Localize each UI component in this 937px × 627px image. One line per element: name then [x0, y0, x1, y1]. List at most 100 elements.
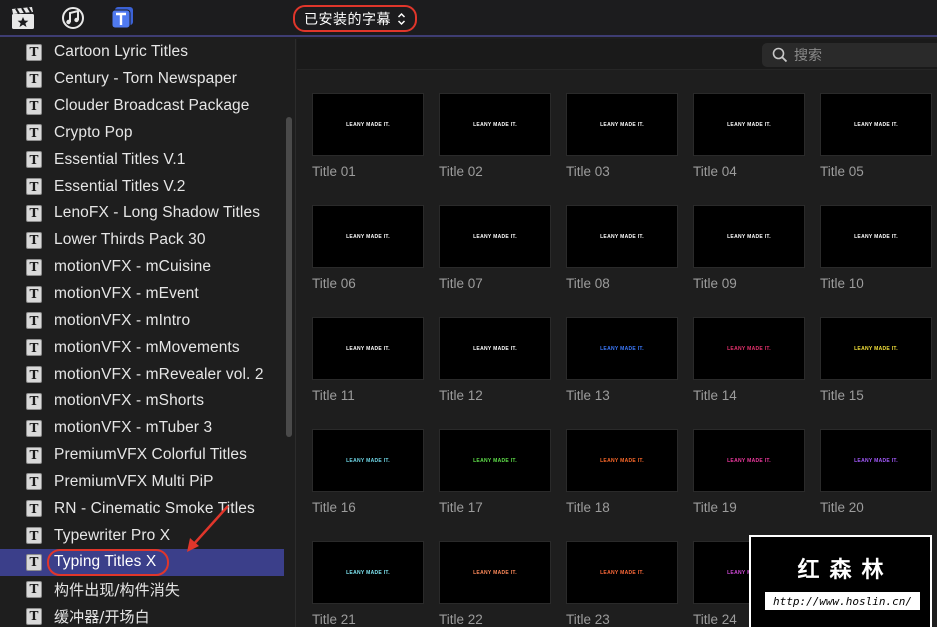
sidebar-item[interactable]: TmotionVFX - mEvent — [0, 281, 284, 308]
title-tile[interactable]: LEANY MADE IT. Title 22 — [439, 541, 551, 627]
title-tile-label: Title 13 — [566, 388, 610, 403]
sidebar-item[interactable]: TmotionVFX - mTuber 3 — [0, 415, 284, 442]
title-tile[interactable]: LEANY MADE IT. Title 03 — [566, 93, 678, 179]
title-tile[interactable]: LEANY MADE IT. Title 19 — [693, 429, 805, 515]
sidebar-item-label: motionVFX - mMovements — [54, 338, 240, 356]
title-tile-label: Title 07 — [439, 276, 483, 291]
thumbnail-text: LEANY MADE IT. — [727, 457, 771, 464]
title-tile[interactable]: LEANY MADE IT. Title 14 — [693, 317, 805, 403]
sidebar-item[interactable]: T 缓冲器/开场白 — [0, 603, 284, 627]
title-tile-label: Title 12 — [439, 388, 483, 403]
title-tile[interactable]: LEANY MADE IT. Title 13 — [566, 317, 678, 403]
sidebar-item[interactable]: TmotionVFX - mCuisine — [0, 254, 284, 281]
title-thumbnail[interactable]: LEANY MADE IT. — [693, 205, 805, 268]
watermark: 红森林 http://www.hoslin.cn/ — [749, 535, 932, 627]
title-tile[interactable]: LEANY MADE IT. Title 23 — [566, 541, 678, 627]
sidebar-item[interactable]: T Essential Titles V.1 — [0, 146, 284, 173]
sidebar-item[interactable]: TmotionVFX - mIntro — [0, 307, 284, 334]
title-tile[interactable]: LEANY MADE IT. Title 12 — [439, 317, 551, 403]
title-tile-label: Title 04 — [693, 164, 737, 179]
title-tile-label: Title 09 — [693, 276, 737, 291]
title-thumbnail[interactable]: LEANY MADE IT. — [312, 205, 424, 268]
clapper-star-icon[interactable] — [10, 6, 36, 30]
title-thumbnail[interactable]: LEANY MADE IT. — [312, 541, 424, 604]
title-tile-label: Title 03 — [566, 164, 610, 179]
sidebar-item-label: motionVFX - mEvent — [54, 285, 199, 303]
title-tile-label: Title 18 — [566, 500, 610, 515]
search-input[interactable]: 搜索 — [794, 45, 822, 65]
title-tile[interactable]: LEANY MADE IT. Title 01 — [312, 93, 424, 179]
title-thumbnail[interactable]: LEANY MADE IT. — [439, 93, 551, 156]
title-thumbnail[interactable]: LEANY MADE IT. — [820, 429, 932, 492]
title-thumbnail[interactable]: LEANY MADE IT. — [820, 93, 932, 156]
title-thumbnail[interactable]: LEANY MADE IT. — [566, 429, 678, 492]
sidebar: T Cartoon Lyric Titles T Century - Torn New… — [0, 39, 296, 627]
sidebar-item[interactable]: T RN - Cinematic Smoke Titles — [0, 495, 284, 522]
title-thumbnail[interactable]: LEANY MADE IT. — [693, 429, 805, 492]
title-tile-label: Title 15 — [820, 388, 864, 403]
toolbar: 已安装的字幕 — [0, 0, 937, 37]
title-tile[interactable]: LEANY MADE IT. Title 05 — [820, 93, 932, 179]
title-tile[interactable]: LEANY MADE IT. Title 21 — [312, 541, 424, 627]
sidebar-item[interactable]: T Century - Torn Newspaper — [0, 66, 284, 93]
title-tile[interactable]: LEANY MADE IT. Title 16 — [312, 429, 424, 515]
sidebar-item[interactable]: T LenoFX - Long Shadow Titles — [0, 200, 284, 227]
title-thumbnail[interactable]: LEANY MADE IT. — [693, 93, 805, 156]
title-thumbnail[interactable]: LEANY MADE IT. — [312, 317, 424, 380]
sidebar-item[interactable]: T PremiumVFX Multi PiP — [0, 469, 284, 496]
title-thumbnail[interactable]: LEANY MADE IT. — [312, 93, 424, 156]
titles-icon[interactable] — [110, 6, 136, 30]
title-tile[interactable]: LEANY MADE IT. Title 08 — [566, 205, 678, 291]
title-tile[interactable]: LEANY MADE IT. Title 20 — [820, 429, 932, 515]
sidebar-item[interactable]: T 构件出现/构件消失 — [0, 576, 284, 603]
sidebar-item[interactable]: T PremiumVFX Colorful Titles — [0, 442, 284, 469]
sidebar-item[interactable]: T Typewriter Pro X — [0, 522, 284, 549]
sidebar-scrollbar[interactable] — [286, 117, 292, 437]
sidebar-item-label: Clouder Broadcast Package — [54, 97, 250, 115]
title-tile[interactable]: LEANY MADE IT. Title 07 — [439, 205, 551, 291]
title-thumbnail[interactable]: LEANY MADE IT. — [566, 541, 678, 604]
title-tile-label: Title 14 — [693, 388, 737, 403]
title-thumbnail[interactable]: LEANY MADE IT. — [820, 205, 932, 268]
title-tile-label: Title 05 — [820, 164, 864, 179]
title-thumbnail[interactable]: LEANY MADE IT. — [312, 429, 424, 492]
sidebar-item[interactable]: TmotionVFX - mRevealer vol. 2 — [0, 361, 284, 388]
title-type-icon: T — [26, 151, 42, 169]
sidebar-item-label: Century - Torn Newspaper — [54, 70, 238, 88]
title-thumbnail[interactable]: LEANY MADE IT. — [566, 205, 678, 268]
title-tile[interactable]: LEANY MADE IT. Title 18 — [566, 429, 678, 515]
sidebar-item[interactable]: TmotionVFX - mMovements — [0, 334, 284, 361]
title-thumbnail[interactable]: LEANY MADE IT. — [439, 317, 551, 380]
sidebar-item[interactable]: T Crypto Pop — [0, 120, 284, 147]
music-camera-icon[interactable] — [60, 6, 86, 30]
category-dropdown[interactable]: 已安装的字幕 — [293, 5, 417, 32]
title-thumbnail[interactable]: LEANY MADE IT. — [693, 317, 805, 380]
title-tile[interactable]: LEANY MADE IT. Title 09 — [693, 205, 805, 291]
watermark-url: http://www.hoslin.cn/ — [765, 592, 920, 610]
title-category-list: T Cartoon Lyric Titles T Century - Torn New… — [0, 39, 284, 627]
title-thumbnail[interactable]: LEANY MADE IT. — [820, 317, 932, 380]
title-tile[interactable]: LEANY MADE IT. Title 04 — [693, 93, 805, 179]
sidebar-item[interactable]: T Essential Titles V.2 — [0, 173, 284, 200]
sidebar-item[interactable]: T Lower Thirds Pack 30 — [0, 227, 284, 254]
title-tile[interactable]: LEANY MADE IT. Title 17 — [439, 429, 551, 515]
title-thumbnail[interactable]: LEANY MADE IT. — [566, 317, 678, 380]
title-thumbnail[interactable]: LEANY MADE IT. — [566, 93, 678, 156]
title-tile[interactable]: LEANY MADE IT. Title 06 — [312, 205, 424, 291]
sidebar-item[interactable]: T Typing Titles X — [0, 549, 284, 577]
sidebar-item[interactable]: T Cartoon Lyric Titles — [0, 39, 284, 66]
title-tile[interactable]: LEANY MADE IT. Title 10 — [820, 205, 932, 291]
title-tile[interactable]: LEANY MADE IT. Title 02 — [439, 93, 551, 179]
title-thumbnail[interactable]: LEANY MADE IT. — [439, 429, 551, 492]
title-tile[interactable]: LEANY MADE IT. Title 15 — [820, 317, 932, 403]
sidebar-item[interactable]: T Clouder Broadcast Package — [0, 93, 284, 120]
title-thumbnail[interactable]: LEANY MADE IT. — [439, 541, 551, 604]
title-tile-label: Title 11 — [312, 388, 355, 403]
search-field[interactable]: 搜索 — [762, 43, 937, 67]
title-type-icon: T — [26, 124, 42, 142]
sidebar-item[interactable]: TmotionVFX - mShorts — [0, 388, 284, 415]
title-thumbnail[interactable]: LEANY MADE IT. — [439, 205, 551, 268]
title-type-icon: T — [26, 204, 42, 222]
title-tile[interactable]: LEANY MADE IT. Title 11 — [312, 317, 424, 403]
title-tile-label: Title 02 — [439, 164, 483, 179]
